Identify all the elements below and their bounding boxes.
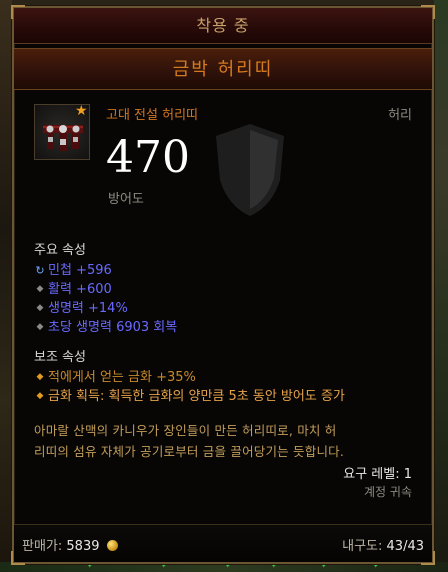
- bullet-icon: ◆: [36, 284, 44, 294]
- armor-value: 470: [106, 132, 190, 183]
- flavor-text: 아마랄 산맥의 카니우가 장인들이 만든 허리띠로, 마치 허 리띠의 섬유 자…: [34, 423, 345, 459]
- secondary-attributes-title: 보조 속성: [34, 350, 86, 365]
- item-name: 금박 허리띠: [14, 48, 432, 90]
- upgrade-icon: ↻: [35, 264, 45, 277]
- item-slot: 허리: [388, 108, 412, 123]
- durability: 내구도: 43/43: [342, 539, 424, 554]
- background-left: [0, 0, 12, 572]
- star-icon: ★: [75, 103, 88, 119]
- stat-life: ◆ 생명력 +14%: [34, 299, 424, 318]
- stat-gold-armor: ◆ 금화 획득: 획득한 금화의 양만큼 5초 동안 방어도 증가: [34, 387, 424, 406]
- stat-life-regen: ◆ 초당 생명력 6903 회복: [34, 318, 424, 337]
- belt-icon: ★: [34, 103, 90, 160]
- account-bound: 계정 귀속: [364, 485, 412, 499]
- stat-gold-find: ◆ 적에게서 얻는 금화 +35%: [34, 368, 424, 387]
- bullet-icon: ◆: [36, 322, 44, 332]
- bullet-icon: ◆: [36, 391, 44, 401]
- tooltip-footer: 판매가: 5839 내구도: 43/43: [14, 524, 432, 562]
- stat-vitality: ◆ 활력 +600: [34, 280, 424, 299]
- bullet-icon: ◆: [36, 303, 44, 313]
- required-level: 요구 레벨: 1: [343, 467, 412, 482]
- background-right: [434, 0, 448, 572]
- item-type: 고대 전설 허리띠: [106, 108, 198, 123]
- secondary-attributes: 보조 속성 ◆ 적에게서 얻는 금화 +35% ◆ 금화 획득: 획득한 금화의…: [34, 348, 424, 406]
- shield-icon: [216, 124, 284, 216]
- item-tooltip: 착용 중 금박 허리띠 ★ 고대 전설 허리띠 허리 470 방어도 주요 속성…: [11, 5, 435, 565]
- equipped-header: 착용 중: [14, 8, 432, 44]
- stat-dexterity: ↻ 민첩 +596: [35, 263, 112, 278]
- gold-coin-icon: [106, 540, 118, 551]
- primary-attributes-title: 주요 속성: [34, 243, 86, 258]
- bullet-icon: ◆: [36, 372, 44, 382]
- sell-price: 판매가: 5839: [22, 535, 118, 554]
- armor-label: 방어도: [108, 192, 144, 207]
- primary-attributes: 주요 속성 ↻ 민첩 +596 ◆ 활력 +600 ◆ 생명력 +14% ◆ 초…: [34, 241, 424, 337]
